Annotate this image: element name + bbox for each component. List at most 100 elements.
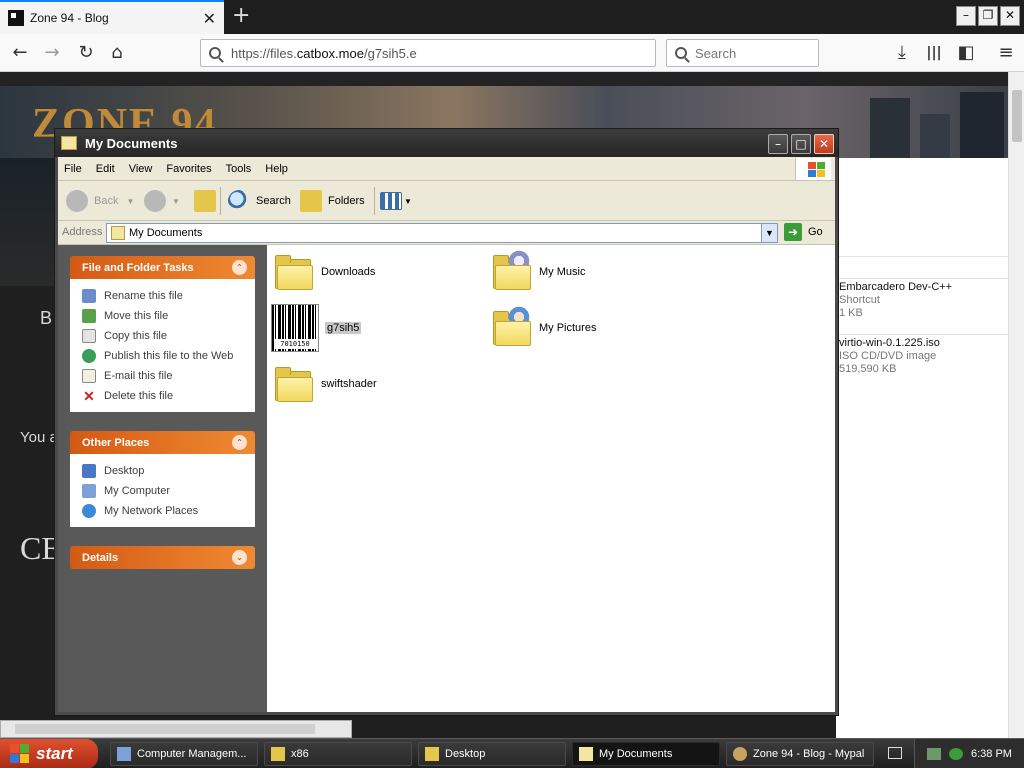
url-path: /g7sih5.e [363, 45, 417, 61]
folder-icon [273, 365, 315, 403]
chevron-down-icon[interactable]: ▼ [172, 197, 180, 206]
envelope-icon [82, 369, 96, 383]
up-folder-icon [194, 190, 216, 212]
file-item-downloads[interactable]: Downloads [273, 248, 375, 296]
task-email[interactable]: E-mail this file [82, 366, 255, 386]
address-dropdown-chevron-icon[interactable]: ▼ [761, 224, 777, 242]
file-list-panel [836, 158, 1008, 738]
my-documents-icon [579, 747, 593, 761]
task-move[interactable]: Move this file [82, 306, 255, 326]
menu-edit[interactable]: Edit [96, 163, 115, 175]
expand-chevron-icon[interactable]: ⌄ [232, 550, 247, 565]
new-tab-button[interactable]: + [232, 4, 250, 28]
menu-hamburger-icon[interactable]: ≡ [994, 41, 1018, 65]
menu-file[interactable]: File [64, 163, 82, 175]
windows-logo-icon [10, 744, 30, 764]
browser-tab-title: Zone 94 - Blog [30, 11, 109, 25]
up-folder-button[interactable] [194, 187, 222, 215]
url-bar[interactable]: https://files. catbox.moe/g7sih5.e [200, 39, 656, 67]
safely-remove-icon[interactable] [949, 748, 963, 760]
browser-close-button[interactable]: ✕ [1000, 6, 1020, 26]
maximize-button[interactable]: □ [791, 134, 811, 154]
place-desktop[interactable]: Desktop [82, 461, 255, 481]
menu-tools[interactable]: Tools [226, 163, 252, 175]
file-item-swiftshader[interactable]: swiftshader [273, 360, 377, 408]
chevron-down-icon[interactable]: ▼ [404, 197, 412, 206]
search-placeholder: Search [695, 45, 737, 61]
scrollbar-thumb[interactable] [15, 724, 315, 734]
task-delete[interactable]: ✕ Delete this file [82, 386, 255, 406]
forward-arrow-icon[interactable]: → [40, 41, 64, 65]
close-button[interactable]: ✕ [814, 134, 834, 154]
forward-button[interactable]: ▼ [144, 187, 180, 215]
taskbar-item-my-documents[interactable]: My Documents [572, 742, 720, 766]
start-button[interactable]: start [0, 739, 98, 768]
vertical-scrollbar[interactable] [1008, 72, 1024, 738]
menu-view[interactable]: View [129, 163, 153, 175]
other-places-header[interactable]: Other Places ⌃ [70, 431, 255, 454]
address-input[interactable]: My Documents ▼ [106, 223, 778, 243]
page-side-letter: B [40, 308, 53, 328]
browser-nav-bar: ← → ↻ ⌂ https://files. catbox.moe/g7sih5.… [0, 34, 1024, 72]
sidebar-icon[interactable]: ◧ [954, 41, 978, 65]
go-button[interactable]: ➜ Go [784, 223, 823, 241]
tab-close-icon[interactable]: ✕ [203, 9, 216, 28]
file-item-g7sih5[interactable]: 7010150 g7sih5 [271, 304, 362, 352]
place-network[interactable]: My Network Places [82, 501, 255, 521]
file-folder-tasks-panel: File and Folder Tasks ⌃ Rename this file… [70, 256, 255, 412]
explorer-title-bar[interactable]: My Documents – □ ✕ [55, 129, 838, 157]
details-header[interactable]: Details ⌄ [70, 546, 255, 569]
network-icon [82, 504, 96, 518]
web-file-item[interactable]: Embarcadero Dev-C++ Shortcut 1 KB [839, 281, 952, 320]
browser-restore-button[interactable]: ❐ [978, 6, 998, 26]
taskbar: start Computer Managem... x86 Desktop My… [0, 738, 1024, 768]
browser-tab[interactable]: Zone 94 - Blog ✕ [0, 0, 224, 34]
copy-icon [82, 329, 96, 343]
menu-help[interactable]: Help [265, 163, 288, 175]
taskbar-item-x86[interactable]: x86 [264, 742, 412, 766]
file-folder-tasks-header[interactable]: File and Folder Tasks ⌃ [70, 256, 255, 279]
explorer-body: File Edit View Favorites Tools Help Back… [58, 157, 835, 712]
task-rename[interactable]: Rename this file [82, 286, 255, 306]
network-tray-icon[interactable] [927, 748, 941, 760]
taskbar-item-desktop[interactable]: Desktop [418, 742, 566, 766]
task-publish[interactable]: Publish this file to the Web [82, 346, 255, 366]
place-my-computer[interactable]: My Computer [82, 481, 255, 501]
minimize-button[interactable]: – [768, 134, 788, 154]
back-button[interactable]: Back ▼ [66, 187, 134, 215]
file-item-my-pictures[interactable]: My Pictures [491, 304, 596, 352]
collapse-chevron-icon[interactable]: ⌃ [232, 435, 247, 450]
menu-favorites[interactable]: Favorites [166, 163, 211, 175]
downloads-icon[interactable]: ⤓ [890, 41, 914, 65]
reload-icon[interactable]: ↻ [74, 41, 98, 65]
windows-flag-icon [795, 158, 831, 180]
clock[interactable]: 6:38 PM [971, 748, 1012, 760]
chevron-down-icon[interactable]: ▼ [126, 197, 134, 206]
task-copy[interactable]: Copy this file [82, 326, 255, 346]
browser-minimize-button[interactable]: – [956, 6, 976, 26]
library-icon[interactable]: ||| [922, 41, 946, 65]
url-prefix: https://files. [231, 45, 297, 61]
rename-icon [82, 289, 96, 303]
back-arrow-icon[interactable]: ← [8, 41, 32, 65]
scrollbar-thumb[interactable] [1012, 90, 1022, 142]
search-button[interactable]: Search [228, 187, 291, 215]
taskbar-item-mypal[interactable]: Zone 94 - Blog - Mypal [726, 742, 874, 766]
address-bar: Address My Documents ▼ ➜ Go [58, 221, 835, 245]
taskbar-item-computer-management[interactable]: Computer Managem... [110, 742, 258, 766]
menu-bar: File Edit View Favorites Tools Help [58, 157, 835, 181]
url-domain: catbox.moe [296, 45, 364, 61]
browser-search-box[interactable]: Search [666, 39, 819, 67]
folders-button[interactable]: Folders [300, 187, 365, 215]
web-file-item[interactable]: virtio-win-0.1.225.iso ISO CD/DVD image … [839, 337, 940, 376]
views-icon [380, 192, 402, 210]
keyboard-icon[interactable] [888, 747, 902, 759]
file-item-my-music[interactable]: My Music [491, 248, 585, 296]
views-button[interactable]: ▼ [380, 187, 412, 215]
home-icon[interactable]: ⌂ [105, 41, 129, 65]
go-arrow-icon: ➜ [784, 223, 802, 241]
collapse-chevron-icon[interactable]: ⌃ [232, 260, 247, 275]
folder-icon [425, 747, 439, 761]
horizontal-scrollbar[interactable] [0, 720, 352, 738]
computer-management-icon [117, 747, 131, 761]
